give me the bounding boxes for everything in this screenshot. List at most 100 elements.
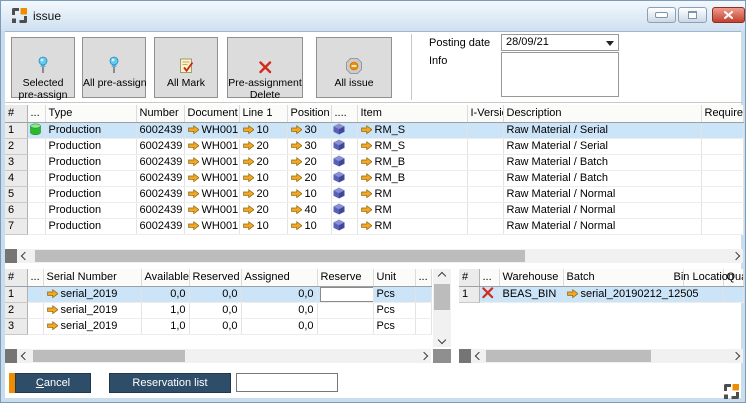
scroll-left-button[interactable] bbox=[471, 349, 486, 363]
col-header-dots[interactable]: ... bbox=[27, 269, 43, 286]
col-header-num[interactable]: # bbox=[5, 269, 27, 286]
table-row[interactable]: 6 Production 6002439 WH001 20 40 RM Raw … bbox=[5, 202, 743, 218]
link-arrow-icon[interactable] bbox=[188, 157, 199, 166]
link-arrow-icon[interactable] bbox=[47, 305, 58, 314]
scroll-right-button[interactable] bbox=[728, 349, 743, 363]
footer-input[interactable] bbox=[236, 373, 338, 392]
link-arrow-icon[interactable] bbox=[291, 221, 302, 230]
info-field[interactable] bbox=[501, 52, 619, 97]
table-row[interactable]: 2 serial_2019 1,0 0,0 0,0 Pcs bbox=[5, 302, 431, 318]
col-header-dots2[interactable]: ... bbox=[415, 269, 431, 286]
link-arrow-icon[interactable] bbox=[47, 289, 58, 298]
table-row[interactable]: 4 Production 6002439 WH001 10 20 RM_B Ra… bbox=[5, 170, 743, 186]
link-arrow-icon[interactable] bbox=[47, 321, 58, 330]
link-arrow-icon[interactable] bbox=[361, 125, 372, 134]
scrollbar-thumb[interactable] bbox=[486, 350, 651, 362]
col-header-document[interactable]: Document bbox=[184, 105, 239, 122]
table-row[interactable]: 1 Production 6002439 WH001 10 30 RM_S Ra… bbox=[5, 122, 743, 138]
col-header-position[interactable]: Position bbox=[287, 105, 331, 122]
minimize-button[interactable] bbox=[647, 7, 676, 23]
link-arrow-icon[interactable] bbox=[188, 205, 199, 214]
col-header-dots2[interactable]: .... bbox=[331, 105, 357, 122]
col-header-num[interactable]: # bbox=[459, 269, 479, 286]
selected-pre-assign-button[interactable]: Selected pre-assign bbox=[11, 37, 75, 98]
col-header-description[interactable]: Description bbox=[503, 105, 701, 122]
col-header-type[interactable]: Type bbox=[45, 105, 136, 122]
scroll-right-button[interactable] bbox=[728, 249, 743, 263]
cancel-button[interactable]: Cancel bbox=[15, 373, 91, 393]
table-row[interactable]: 3 serial_2019 1,0 0,0 0,0 Pcs bbox=[5, 318, 431, 334]
link-arrow-icon[interactable] bbox=[291, 189, 302, 198]
col-header-item[interactable]: Item bbox=[357, 105, 467, 122]
link-arrow-icon[interactable] bbox=[188, 173, 199, 182]
delete-x-icon[interactable] bbox=[482, 287, 494, 299]
col-header-assigned[interactable]: Assigned bbox=[241, 269, 317, 286]
all-mark-button[interactable]: All Mark bbox=[154, 37, 218, 98]
scrollbar-splitter[interactable] bbox=[5, 249, 17, 263]
table-row[interactable]: 1 serial_2019 0,0 0,0 0,0 Pcs bbox=[5, 286, 431, 302]
link-arrow-icon[interactable] bbox=[243, 125, 254, 134]
main-table-hscrollbar[interactable] bbox=[5, 249, 743, 263]
link-arrow-icon[interactable] bbox=[188, 141, 199, 150]
col-header-num[interactable]: # bbox=[5, 105, 27, 122]
col-header-iversion[interactable]: I-Version bbox=[467, 105, 503, 122]
all-issue-button[interactable]: All issue bbox=[316, 37, 392, 98]
close-button[interactable] bbox=[712, 7, 745, 23]
link-arrow-icon[interactable] bbox=[361, 173, 372, 182]
scrollbar-splitter[interactable] bbox=[459, 349, 471, 363]
link-arrow-icon[interactable] bbox=[243, 157, 254, 166]
col-header-available[interactable]: Available bbox=[141, 269, 189, 286]
pre-assignment-delete-button[interactable]: Pre-assignment Delete bbox=[227, 37, 303, 98]
link-arrow-icon[interactable] bbox=[361, 205, 372, 214]
reservation-list-button[interactable]: Reservation list bbox=[109, 373, 231, 393]
link-arrow-icon[interactable] bbox=[243, 205, 254, 214]
link-arrow-icon[interactable] bbox=[291, 125, 302, 134]
link-arrow-icon[interactable] bbox=[361, 157, 372, 166]
link-arrow-icon[interactable] bbox=[361, 141, 372, 150]
col-header-warehouse[interactable]: Warehouse bbox=[499, 269, 563, 286]
col-header-number[interactable]: Number bbox=[136, 105, 184, 122]
link-arrow-icon[interactable] bbox=[291, 173, 302, 182]
table-row[interactable]: 2 Production 6002439 WH001 20 30 RM_S Ra… bbox=[5, 138, 743, 154]
col-header-reserved[interactable]: Reserved bbox=[189, 269, 241, 286]
table-row[interactable]: 7 Production 6002439 WH001 10 10 RM Raw … bbox=[5, 218, 743, 234]
col-header-unit[interactable]: Unit bbox=[373, 269, 415, 286]
scroll-left-button[interactable] bbox=[17, 349, 32, 363]
col-header-requirement[interactable]: Requirement bbox=[701, 105, 743, 122]
link-arrow-icon[interactable] bbox=[291, 141, 302, 150]
maximize-button[interactable] bbox=[678, 7, 707, 23]
col-header-reserve[interactable]: Reserve bbox=[317, 269, 373, 286]
col-header-serial-number[interactable]: Serial Number bbox=[43, 269, 141, 286]
link-arrow-icon[interactable] bbox=[188, 125, 199, 134]
col-header-line1[interactable]: Line 1 bbox=[239, 105, 287, 122]
link-arrow-icon[interactable] bbox=[243, 189, 254, 198]
link-arrow-icon[interactable] bbox=[361, 189, 372, 198]
col-header-batch[interactable]: Batch bbox=[563, 269, 683, 286]
link-arrow-icon[interactable] bbox=[567, 289, 578, 298]
link-arrow-icon[interactable] bbox=[188, 189, 199, 198]
table-row[interactable]: 1 BEAS_BIN serial_20190212_12505 bbox=[459, 286, 743, 302]
warehouse-table-hscrollbar[interactable] bbox=[459, 349, 743, 363]
link-arrow-icon[interactable] bbox=[243, 173, 254, 182]
serial-table-hscrollbar[interactable] bbox=[5, 349, 431, 363]
col-header-dots[interactable]: ... bbox=[27, 105, 45, 122]
col-header-dots[interactable]: ... bbox=[479, 269, 499, 286]
scroll-up-button[interactable] bbox=[433, 269, 451, 283]
col-header-bin-location[interactable]: Bin Location bbox=[683, 269, 723, 286]
link-arrow-icon[interactable] bbox=[361, 221, 372, 230]
scrollbar-thumb[interactable] bbox=[434, 284, 450, 310]
link-arrow-icon[interactable] bbox=[291, 205, 302, 214]
table-row[interactable]: 5 Production 6002439 WH001 20 10 RM Raw … bbox=[5, 186, 743, 202]
scrollbar-splitter[interactable] bbox=[5, 349, 17, 363]
posting-date-select[interactable]: 28/09/21 bbox=[501, 34, 619, 51]
all-pre-assign-button[interactable]: All pre-assign bbox=[82, 37, 146, 98]
link-arrow-icon[interactable] bbox=[188, 221, 199, 230]
table-row[interactable]: 3 Production 6002439 WH001 20 20 RM_B Ra… bbox=[5, 154, 743, 170]
scrollbar-thumb[interactable] bbox=[33, 350, 185, 362]
scroll-right-button[interactable] bbox=[416, 349, 431, 363]
link-arrow-icon[interactable] bbox=[243, 221, 254, 230]
serial-table-vscrollbar[interactable] bbox=[433, 269, 451, 347]
link-arrow-icon[interactable] bbox=[243, 141, 254, 150]
scrollbar-thumb[interactable] bbox=[35, 250, 525, 262]
scroll-left-button[interactable] bbox=[17, 249, 32, 263]
